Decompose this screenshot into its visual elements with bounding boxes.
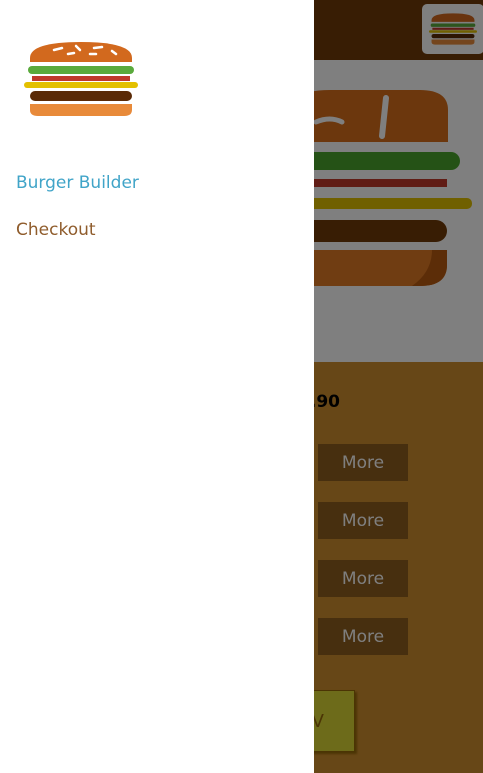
nav-link-burger-builder[interactable]: Burger Builder: [16, 170, 139, 196]
nav-item-burger-builder: Burger Builder: [16, 170, 139, 217]
navigation-items: Burger Builder Checkout: [16, 170, 139, 264]
side-drawer: Burger Builder Checkout: [0, 0, 314, 773]
drawer-logo[interactable]: [24, 40, 138, 118]
nav-link-checkout[interactable]: Checkout: [16, 217, 96, 243]
nav-item-checkout: Checkout: [16, 217, 139, 264]
burger-logo-icon: [24, 42, 138, 116]
